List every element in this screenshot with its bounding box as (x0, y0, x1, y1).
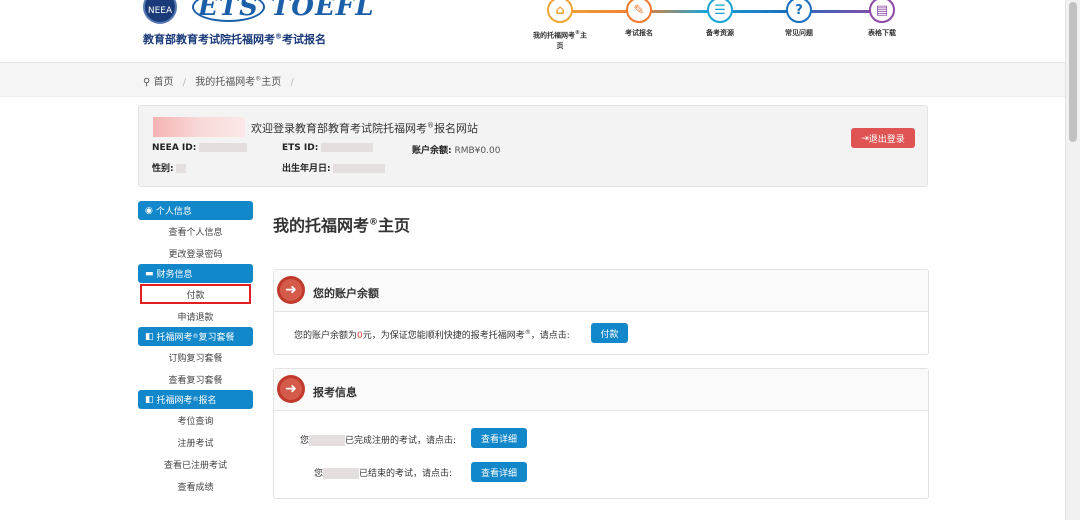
sidebar: ◉ 个人信息 查看个人信息 更改登录密码 ▬ 财务信息 付款 申请退款 ◧ 托福网考 ®… (138, 201, 253, 497)
redacted-value (309, 435, 346, 446)
breadcrumb-home[interactable]: 首页 (154, 77, 174, 88)
sidebar-section-review-package[interactable]: ◧ 托福网考 ® 复习套餐 (138, 327, 253, 346)
view-registered-details-button[interactable]: 查看详细 (471, 428, 527, 448)
logout-icon: ⇥ (861, 132, 869, 143)
dob-field: 出生年月日: (282, 161, 386, 174)
balance-value: RMB¥0.00 (454, 146, 501, 156)
nav-step-forms[interactable]: ▤ 表格下载 (852, 0, 912, 39)
neea-id-field: NEEA ID: (152, 143, 248, 153)
neea-logo-text: NEEA (147, 6, 173, 16)
page-scrollbar[interactable] (1065, 0, 1080, 520)
redacted-value (199, 143, 248, 152)
sidebar-item-seat-search[interactable]: 考位查询 (138, 409, 253, 431)
board-icon: ◧ (145, 331, 154, 342)
arrow-right-icon: ➜ (277, 276, 305, 304)
nav-step-label: 考试报名 (625, 29, 653, 37)
credit-card-icon: ▬ (145, 268, 154, 279)
brand-subtitle: 教育部教育考试院托福网考®考试报名 (143, 31, 326, 47)
welcome-panel: 欢迎登录教育部教育考试院托福网考®报名网站 NEEA ID: ETS ID: 账… (138, 105, 928, 187)
document-list-icon: ☰ (707, 0, 733, 23)
nav-step-label: 备考资源 (706, 29, 734, 37)
site-header: NEEA ETS TOEFL 教育部教育考试院托福网考®考试报名 ⌂ 我的托福网考… (0, 0, 1066, 63)
breadcrumb-current: 我的托福网考®主页 (195, 75, 282, 88)
ets-logo-text: ETS (192, 0, 265, 22)
sidebar-item-change-password[interactable]: 更改登录密码 (138, 242, 253, 264)
exam-info-panel: ➜ 报考信息 您已完成注册的考试，请点击: 查看详细 您已结束的考试，请点击: … (273, 368, 929, 499)
brand-subtitle-sup: ® (275, 32, 282, 41)
breadcrumb-separator: / (290, 77, 294, 88)
nav-step-label: 表格下载 (868, 29, 896, 37)
redacted-name (153, 117, 245, 137)
redacted-value (321, 143, 374, 152)
sidebar-section-personal[interactable]: ◉ 个人信息 (138, 201, 253, 220)
logout-button[interactable]: ⇥ 退出登录 (851, 128, 915, 148)
breadcrumb: ⚲ 首页 / 我的托福网考®主页 / (0, 63, 1066, 97)
scrollbar-thumb[interactable] (1069, 2, 1077, 142)
sidebar-item-view-profile[interactable]: 查看个人信息 (138, 220, 253, 242)
sidebar-item-order-package[interactable]: 订购复习套餐 (138, 346, 253, 368)
pencil-icon: ✎ (626, 0, 652, 23)
sidebar-item-refund[interactable]: 申请退款 (138, 305, 253, 327)
redacted-value (333, 164, 386, 173)
sidebar-item-scores[interactable]: 查看成绩 (138, 475, 253, 497)
nav-step-faq[interactable]: ? 常见问题 (769, 0, 829, 39)
question-icon: ? (786, 0, 812, 23)
page-title: 我的托福网考®主页 (273, 216, 411, 235)
gender-field: 性别: (152, 161, 187, 174)
sidebar-item-view-package[interactable]: 查看复习套餐 (138, 368, 253, 390)
finished-exams-message: 您已结束的考试，请点击: (314, 468, 453, 479)
welcome-message: 欢迎登录教育部教育考试院托福网考®报名网站 (251, 121, 478, 135)
toefl-logo-text: TOEFL (270, 0, 375, 22)
form-download-icon: ▤ (869, 0, 895, 23)
nav-step-my-toefl[interactable]: ⌂ 我的托福网考®主页 (530, 0, 590, 52)
balance-field: 账户余额: RMB¥0.00 (412, 146, 501, 156)
sidebar-item-registered-exams[interactable]: 查看已注册考试 (138, 453, 253, 475)
ets-toefl-logo[interactable]: ETS TOEFL (192, 0, 375, 22)
brand-subtitle-tail: 考试报名 (282, 33, 326, 46)
registered-exams-message: 您已完成注册的考试，请点击: (300, 435, 457, 446)
location-pin-icon: ⚲ (143, 77, 151, 88)
brand-subtitle-text: 教育部教育考试院托福网考 (143, 33, 275, 46)
nav-step-label: 常见问题 (785, 29, 813, 37)
balance-message: 您的账户余额为0元，为保证您能顺利快捷的报考托福网考®，请点击: (294, 329, 570, 341)
panel-title: 报考信息 (313, 386, 357, 399)
nav-step-label: 我的托福网考®主页 (533, 30, 587, 51)
sidebar-item-payment[interactable]: 付款 (140, 284, 251, 304)
view-finished-details-button[interactable]: 查看详细 (471, 462, 527, 482)
redacted-value (176, 164, 187, 173)
panel-header: ➜ 报考信息 (274, 369, 928, 411)
balance-panel: ➜ 您的账户余额 您的账户余额为0元，为保证您能顺利快捷的报考托福网考®，请点击… (273, 269, 929, 355)
logout-label: 退出登录 (868, 133, 905, 144)
sidebar-section-finance[interactable]: ▬ 财务信息 (138, 264, 253, 283)
user-icon: ◉ (145, 205, 153, 216)
ets-id-field: ETS ID: (282, 143, 374, 153)
sidebar-item-register-exam[interactable]: 注册考试 (138, 431, 253, 453)
nav-step-register[interactable]: ✎ 考试报名 (609, 0, 669, 39)
board-icon: ◧ (145, 394, 154, 405)
home-icon: ⌂ (547, 0, 573, 23)
neea-logo[interactable]: NEEA (143, 0, 177, 24)
arrow-right-icon: ➜ (277, 375, 305, 403)
nav-step-resources[interactable]: ☰ 备考资源 (690, 0, 750, 39)
pay-button[interactable]: 付款 (591, 323, 628, 343)
panel-title: 您的账户余额 (313, 287, 379, 300)
redacted-value (323, 468, 360, 479)
sidebar-section-registration[interactable]: ◧ 托福网考 ® 报名 (138, 390, 253, 409)
breadcrumb-separator: / (182, 77, 187, 88)
panel-header: ➜ 您的账户余额 (274, 270, 928, 312)
